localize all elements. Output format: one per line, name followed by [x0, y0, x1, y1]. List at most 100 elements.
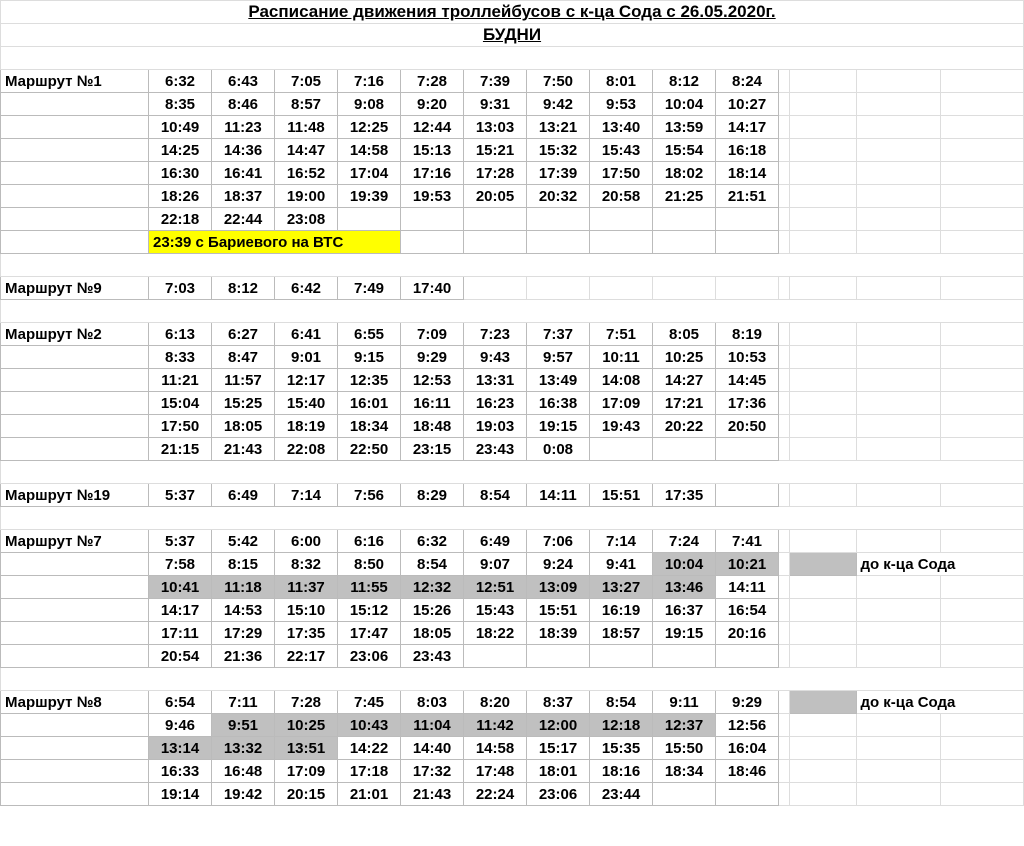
time-cell: 15:40	[275, 392, 338, 415]
time-cell: 13:09	[527, 576, 590, 599]
time-cell: 6:00	[275, 530, 338, 553]
time-cell: 22:44	[212, 208, 275, 231]
spacer	[1, 668, 1024, 691]
time-cell: 7:11	[212, 691, 275, 714]
time-cell: 21:51	[716, 185, 779, 208]
time-cell: 10:04	[653, 93, 716, 116]
time-cell: 15:50	[653, 737, 716, 760]
time-cell: 13:49	[527, 369, 590, 392]
route-label: Маршрут №1	[1, 70, 149, 93]
time-cell: 19:53	[401, 185, 464, 208]
route-label	[1, 415, 149, 438]
time-cell	[653, 231, 716, 254]
time-cell: 7:14	[275, 484, 338, 507]
time-cell: 8:57	[275, 93, 338, 116]
time-cell: 8:15	[212, 553, 275, 576]
time-cell: 15:32	[527, 139, 590, 162]
time-cell: 7:23	[464, 323, 527, 346]
time-cell: 10:43	[338, 714, 401, 737]
time-cell: 12:25	[338, 116, 401, 139]
time-cell: 8:12	[212, 277, 275, 300]
time-cell: 15:51	[527, 599, 590, 622]
time-cell: 15:10	[275, 599, 338, 622]
time-cell: 15:21	[464, 139, 527, 162]
time-cell: 20:50	[716, 415, 779, 438]
route-label	[1, 116, 149, 139]
time-cell: 15:25	[212, 392, 275, 415]
time-cell: 15:43	[590, 139, 653, 162]
time-cell	[590, 645, 653, 668]
route-label	[1, 760, 149, 783]
time-cell: 11:48	[275, 116, 338, 139]
page-subtitle: БУДНИ	[1, 24, 1024, 47]
time-cell: 16:54	[716, 599, 779, 622]
time-cell: 23:06	[338, 645, 401, 668]
time-cell: 8:47	[212, 346, 275, 369]
time-cell: 22:24	[464, 783, 527, 806]
time-cell: 12:00	[527, 714, 590, 737]
time-cell: 10:04	[653, 553, 716, 576]
time-cell: 12:56	[716, 714, 779, 737]
time-cell: 9:41	[590, 553, 653, 576]
time-cell: 11:37	[275, 576, 338, 599]
time-cell	[338, 208, 401, 231]
time-cell: 10:49	[149, 116, 212, 139]
time-cell: 16:41	[212, 162, 275, 185]
time-cell: 16:48	[212, 760, 275, 783]
time-cell: 8:50	[338, 553, 401, 576]
time-cell: 7:28	[401, 70, 464, 93]
time-cell: 17:18	[338, 760, 401, 783]
time-cell: 15:26	[401, 599, 464, 622]
time-cell: 17:32	[401, 760, 464, 783]
time-cell: 7:16	[338, 70, 401, 93]
time-cell: 17:50	[149, 415, 212, 438]
route-label: Маршрут №19	[1, 484, 149, 507]
time-cell: 16:33	[149, 760, 212, 783]
time-cell: 6:16	[338, 530, 401, 553]
time-cell: 16:23	[464, 392, 527, 415]
time-cell: 15:17	[527, 737, 590, 760]
time-cell: 10:25	[653, 346, 716, 369]
time-cell: 6:27	[212, 323, 275, 346]
time-cell: 12:32	[401, 576, 464, 599]
time-cell: 11:21	[149, 369, 212, 392]
time-cell: 19:03	[464, 415, 527, 438]
route-label	[1, 737, 149, 760]
time-cell: 8:01	[590, 70, 653, 93]
time-cell	[653, 783, 716, 806]
time-cell: 15:35	[590, 737, 653, 760]
time-cell: 21:43	[212, 438, 275, 461]
time-cell: 9:46	[149, 714, 212, 737]
time-cell: 9:20	[401, 93, 464, 116]
route-label	[1, 162, 149, 185]
time-cell: 17:04	[338, 162, 401, 185]
time-cell: 12:51	[464, 576, 527, 599]
time-cell: 9:29	[716, 691, 779, 714]
time-cell: 8:54	[590, 691, 653, 714]
time-cell: 21:25	[653, 185, 716, 208]
time-cell: 6:49	[212, 484, 275, 507]
time-cell: 6:41	[275, 323, 338, 346]
time-cell	[527, 208, 590, 231]
time-cell: 13:59	[653, 116, 716, 139]
time-cell: 14:47	[275, 139, 338, 162]
route-label	[1, 369, 149, 392]
time-cell: 20:22	[653, 415, 716, 438]
time-cell: 16:38	[527, 392, 590, 415]
time-cell: 8:12	[653, 70, 716, 93]
time-cell: 18:01	[527, 760, 590, 783]
time-cell: 9:43	[464, 346, 527, 369]
time-cell: 12:18	[590, 714, 653, 737]
time-cell	[464, 231, 527, 254]
time-cell: 7:05	[275, 70, 338, 93]
time-cell: 18:34	[653, 760, 716, 783]
time-cell: 16:37	[653, 599, 716, 622]
time-cell: 18:14	[716, 162, 779, 185]
time-cell: 20:54	[149, 645, 212, 668]
time-cell: 7:58	[149, 553, 212, 576]
time-cell: 9:53	[590, 93, 653, 116]
time-cell: 10:53	[716, 346, 779, 369]
time-cell: 9:31	[464, 93, 527, 116]
time-cell: 21:01	[338, 783, 401, 806]
time-cell: 6:32	[401, 530, 464, 553]
